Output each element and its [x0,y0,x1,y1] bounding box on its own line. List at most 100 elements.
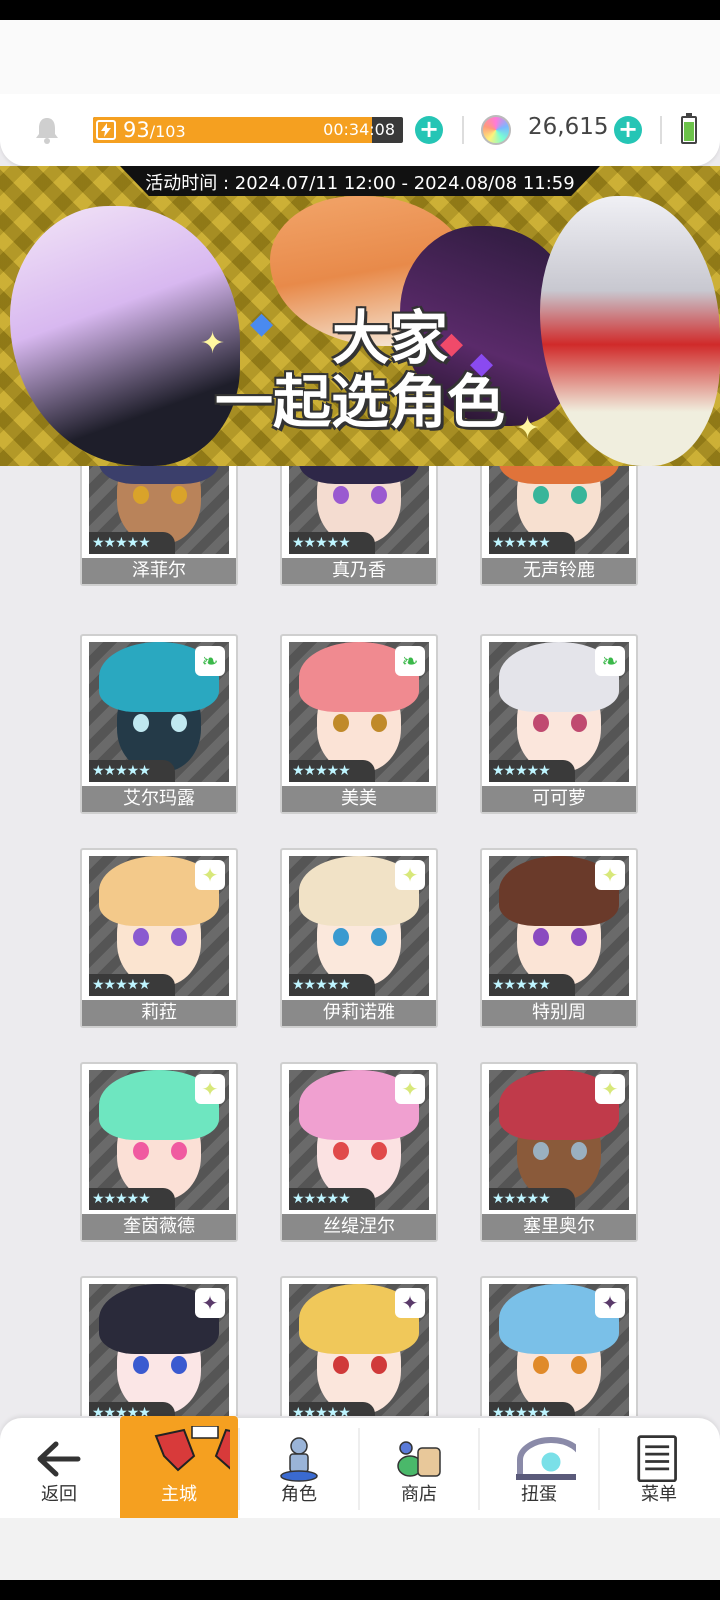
star-rating: ★★★★★ [489,760,575,782]
sparkle-icon: ✦ [200,326,226,361]
divider [462,116,464,144]
resource-bar: 93/103 00:34:08 + 26,615 + [0,94,720,166]
star-rating: ★★★★★ [289,1188,375,1210]
character-name: 艾尔玛露 [82,786,236,812]
star-rating: ★★★★★ [289,974,375,996]
character-card[interactable]: ★★★★★ ✦ 特别周 [480,848,638,1028]
character-portrait: ★★★★★ ✦ [489,856,629,996]
character-name: 莉菈 [82,1000,236,1026]
character-card[interactable]: ★★★★★ ❧ 艾尔玛露 [80,634,238,814]
character-card[interactable]: ★★★★★ ❧ 可可萝 [480,634,638,814]
character-portrait: ★★★★★ ✦ [89,1284,229,1416]
character-name: 塞里奥尔 [482,1214,636,1240]
nav-gacha-label: 扭蛋 [521,1484,557,1505]
element-badge-icon: ✦ [195,860,225,890]
add-gems-button[interactable]: + [614,116,642,144]
character-grid[interactable]: ★★★★★ 泽菲尔 ★★★★★ 真乃香 ★★★★★ 无声铃鹿 ★★★★★ ❧ 艾尔玛露 ★★★★★… [0,466,720,1416]
star-rating: ★★★★★ [89,974,175,996]
star-rating: ★★★★★ [89,1188,175,1210]
banner-character-right [540,196,720,466]
star-rating: ★★★★★ [489,532,575,554]
character-figure-icon [280,1437,318,1482]
character-portrait: ★★★★★ [89,466,229,554]
character-portrait: ★★★★★ ✦ [89,1070,229,1210]
character-portrait: ★★★★★ ✦ [89,856,229,996]
banner-title-line2: 一起选角色 [214,368,505,436]
nav-menu-label: 菜单 [641,1484,677,1505]
nav-home[interactable]: 主城 [120,1416,238,1518]
star-rating: ★★★★★ [89,1402,175,1416]
event-banner[interactable]: 活动时间 : 2024.07/11 12:00 - 2024.08/08 11:… [0,166,720,466]
character-portrait: ★★★★★ ❧ [489,642,629,782]
character-card[interactable]: ★★★★★ ❧ 美美 [280,634,438,814]
sparkle-icon: ◆ [470,346,494,381]
castle-wings-icon [154,1426,230,1472]
nav-gacha[interactable]: 扭蛋 [480,1418,598,1518]
character-card[interactable]: ★★★★★ ✦ 伊莉诺雅 [280,848,438,1028]
star-rating: ★★★★★ [489,974,575,996]
character-card[interactable]: ★★★★★ ✦ 塞里奥尔 [480,1062,638,1242]
element-badge-icon: ❧ [195,646,225,676]
element-badge-icon: ❧ [395,646,425,676]
bottom-bezel [0,1580,720,1600]
character-card[interactable]: ★★★★★ 泽菲尔 [80,466,238,586]
nav-shop-label: 商店 [401,1484,437,1505]
character-card[interactable]: ★★★★★ ✦ 莉菈 [80,848,238,1028]
character-card[interactable]: ★★★★★ ✦ 奎茵薇德 [80,1062,238,1242]
character-card[interactable]: ★★★★★ ✦ [480,1276,638,1416]
element-badge-icon: ✦ [595,860,625,890]
character-card[interactable]: ★★★★★ ✦ 丝缇涅尔 [280,1062,438,1242]
element-badge-icon: ✦ [395,1074,425,1104]
stamina-bar: 93/103 00:34:08 [93,117,403,143]
character-card[interactable]: ★★★★★ 无声铃鹿 [480,466,638,586]
nav-home-label: 主城 [161,1484,197,1505]
stamina-current: 93 [123,118,150,142]
nav-shop[interactable]: 商店 [360,1418,478,1518]
arrow-left-icon [37,1441,81,1477]
battery-icon [681,113,697,144]
character-name: 泽菲尔 [82,558,236,584]
star-rating: ★★★★★ [89,532,175,554]
element-badge-icon: ✦ [595,1074,625,1104]
stamina-max: /103 [149,122,186,141]
character-name: 美美 [282,786,436,812]
stamina-value: 93/103 [123,118,186,142]
character-card[interactable]: ★★★★★ 真乃香 [280,466,438,586]
character-name: 奎茵薇德 [82,1214,236,1240]
character-portrait: ★★★★★ [489,466,629,554]
nav-menu[interactable]: 菜单 [600,1418,718,1518]
character-name: 丝缇涅尔 [282,1214,436,1240]
bottom-navigation: 返回 主城 角色 商店 扭蛋 菜单 [0,1416,720,1518]
star-rating: ★★★★★ [89,760,175,782]
gesture-area [0,1518,720,1580]
sparkle-icon: ◆ [440,326,464,361]
sparkle-icon: ◆ [250,306,274,341]
stamina-timer: 00:34:08 [323,120,395,139]
gem-icon [481,115,511,145]
character-portrait: ★★★★★ ❧ [289,642,429,782]
character-card[interactable]: ★★★★★ ✦ [280,1276,438,1416]
star-rating: ★★★★★ [289,760,375,782]
character-portrait: ★★★★★ ✦ [489,1070,629,1210]
character-name: 真乃香 [282,558,436,584]
star-rating: ★★★★★ [489,1188,575,1210]
character-name: 伊莉诺雅 [282,1000,436,1026]
star-rating: ★★★★★ [489,1402,575,1416]
character-name: 无声铃鹿 [482,558,636,584]
shop-bag-icon [397,1441,441,1477]
element-badge-icon: ✦ [395,860,425,890]
element-badge-icon: ✦ [395,1288,425,1318]
character-card[interactable]: ★★★★★ ✦ [80,1276,238,1416]
nav-back[interactable]: 返回 [0,1418,118,1518]
bell-icon[interactable] [34,116,60,144]
character-portrait: ★★★★★ ✦ [289,856,429,996]
element-badge-icon: ✦ [195,1074,225,1104]
star-rating: ★★★★★ [289,1402,375,1416]
star-rating: ★★★★★ [289,532,375,554]
nav-characters-label: 角色 [281,1484,317,1505]
nav-characters[interactable]: 角色 [240,1418,358,1518]
add-stamina-button[interactable]: + [415,116,443,144]
element-badge-icon: ❧ [595,646,625,676]
gacha-portal-icon [516,1437,576,1480]
gem-count: 26,615 [528,114,609,140]
